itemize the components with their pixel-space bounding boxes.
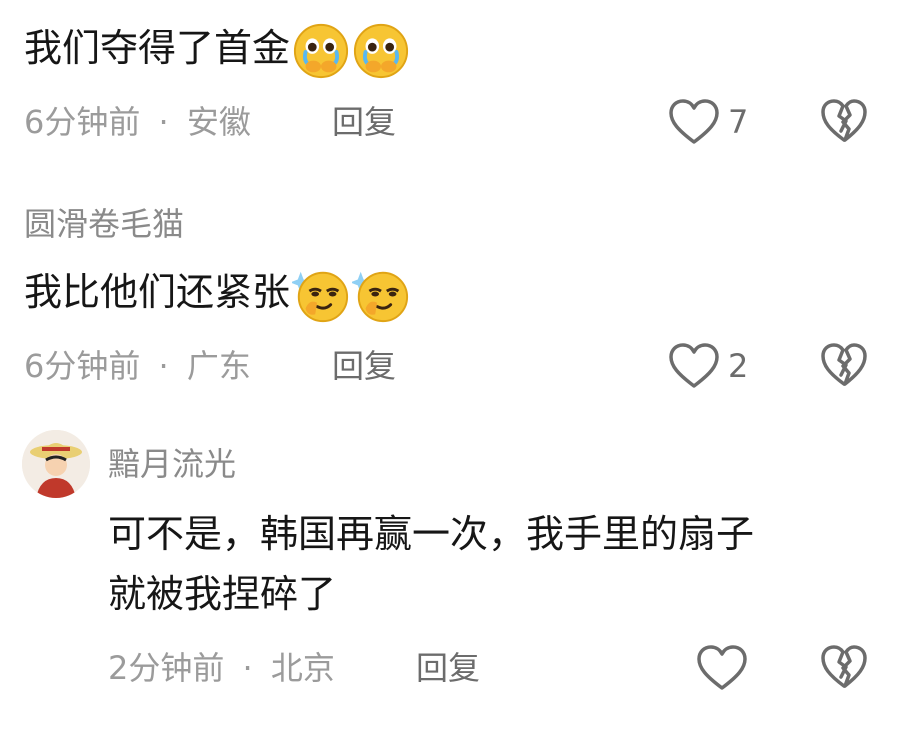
reply-button[interactable]: 回复 bbox=[332, 102, 396, 142]
heart-icon bbox=[697, 645, 747, 690]
location: 广东 bbox=[186, 347, 251, 385]
dislike-button[interactable] bbox=[820, 98, 868, 148]
dislike-button[interactable] bbox=[820, 644, 868, 694]
separator-dot: · bbox=[158, 347, 169, 385]
like-count: 2 bbox=[728, 347, 749, 385]
user-avatar-icon bbox=[22, 430, 90, 498]
heart-icon bbox=[669, 99, 719, 144]
username[interactable]: 圆滑卷毛猫 bbox=[24, 204, 184, 244]
broken-heart-icon bbox=[821, 99, 867, 142]
separator-dot: · bbox=[158, 103, 169, 141]
like-button[interactable] bbox=[696, 644, 748, 692]
comment-text-line-2: 就被我捏碎了 bbox=[108, 572, 337, 616]
location: 安徽 bbox=[186, 103, 251, 141]
avatar[interactable] bbox=[22, 430, 90, 498]
like-count: 7 bbox=[728, 103, 749, 141]
username[interactable]: 黯月流光 bbox=[108, 444, 236, 484]
broken-heart-icon bbox=[821, 343, 867, 386]
separator-dot: · bbox=[242, 649, 253, 687]
comment-meta: 2分钟前 · 北京 bbox=[108, 648, 335, 688]
dislike-button[interactable] bbox=[820, 342, 868, 392]
comment-text: 我比他们还紧张 bbox=[24, 264, 410, 324]
heart-icon bbox=[669, 343, 719, 388]
timestamp: 2分钟前 bbox=[108, 649, 225, 687]
cropped-username: ▁▁▁▁ bbox=[30, 0, 150, 4]
comment-text: 我们夺得了首金 bbox=[24, 20, 410, 80]
location: 北京 bbox=[270, 649, 335, 687]
teary-pleading-emoji-icon bbox=[293, 23, 349, 78]
teary-pleading-emoji-icon bbox=[353, 23, 409, 78]
smirk-sparkle-emoji-icon bbox=[352, 271, 409, 322]
like-button[interactable]: 7 bbox=[668, 98, 748, 146]
smirk-sparkle-emoji-icon bbox=[292, 271, 349, 322]
comment-meta: 6分钟前 · 广东 bbox=[24, 346, 251, 386]
reply-button[interactable]: 回复 bbox=[332, 346, 396, 386]
like-button[interactable]: 2 bbox=[668, 342, 748, 390]
comment-text-line-1: 可不是，韩国再赢一次，我手里的扇子 bbox=[108, 512, 755, 556]
broken-heart-icon bbox=[821, 645, 867, 688]
timestamp: 6分钟前 bbox=[24, 103, 141, 141]
comment-meta: 6分钟前 · 安徽 bbox=[24, 102, 251, 142]
timestamp: 6分钟前 bbox=[24, 347, 141, 385]
comment-list: ▁▁▁▁ 我们夺得了首金 6分钟前 · 安徽 回复 7 bbox=[0, 0, 922, 752]
reply-button[interactable]: 回复 bbox=[416, 648, 480, 688]
